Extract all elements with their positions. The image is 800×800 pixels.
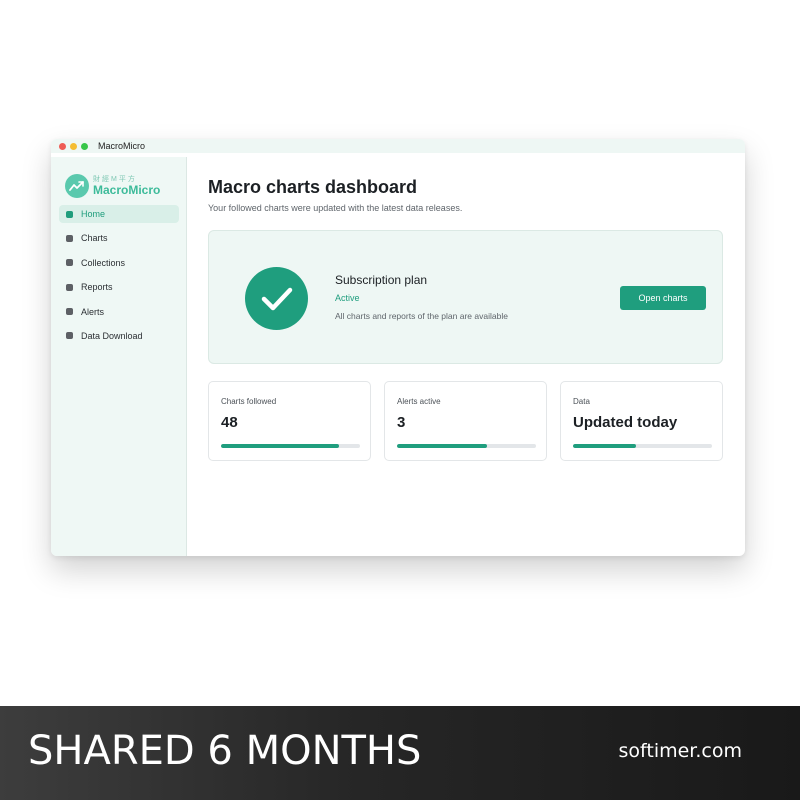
progress-fill: [573, 444, 636, 448]
plan-status: Active: [335, 293, 360, 303]
sidebar-item-label: Alerts: [81, 306, 105, 317]
checkmark-icon: [245, 267, 308, 330]
progress-fill: [221, 444, 340, 448]
page-title: Macro charts dashboard: [208, 177, 418, 197]
stat-card-alerts-active: Alerts active 3: [384, 381, 547, 461]
open-charts-button[interactable]: Open charts: [620, 286, 706, 310]
sidebar-item-label: Reports: [81, 282, 113, 293]
minimize-window-button[interactable]: [70, 142, 77, 150]
sidebar-item-label: Data Download: [81, 330, 143, 341]
subscription-card: Subscription plan Active All charts and …: [208, 230, 723, 364]
plan-description: All charts and reports of the plan are a…: [335, 311, 508, 321]
stat-card-charts-followed: Charts followed 48: [208, 381, 371, 461]
progress-bar: [573, 444, 712, 448]
stat-value: Updated today: [573, 414, 678, 431]
sidebar-item-label: Home: [81, 209, 106, 219]
sidebar-item-data-download[interactable]: Data Download: [59, 327, 179, 345]
page-subtitle: Your followed charts were updated with t…: [208, 203, 463, 213]
alerts-icon: [66, 308, 73, 316]
sidebar: 財經M平方 MacroMicro Home Charts Collections…: [51, 157, 187, 556]
logo-brand-name: MacroMicro: [93, 183, 161, 197]
stat-value: 48: [221, 414, 238, 431]
progress-bar: [221, 444, 360, 448]
progress-fill: [397, 444, 488, 448]
logo[interactable]: 財經M平方 MacroMicro: [65, 174, 160, 198]
sidebar-item-home[interactable]: Home: [59, 205, 179, 223]
progress-bar: [397, 444, 536, 448]
collections-icon: [66, 259, 73, 267]
app-window: MacroMicro 財經M平方 MacroMicro Home Charts …: [51, 139, 745, 556]
sidebar-item-label: Collections: [81, 257, 126, 268]
sidebar-item-alerts[interactable]: Alerts: [59, 303, 179, 321]
sidebar-item-charts[interactable]: Charts: [59, 229, 179, 247]
main-content: Macro charts dashboard Your followed cha…: [187, 163, 745, 556]
charts-icon: [66, 234, 73, 242]
stat-card-data: Data Updated today: [560, 381, 723, 461]
banner-website: softimer.com: [618, 740, 743, 762]
banner-headline: SHARED 6 MONTHS: [28, 728, 422, 774]
close-window-button[interactable]: [59, 142, 66, 150]
sidebar-item-collections[interactable]: Collections: [59, 254, 179, 272]
sidebar-item-label: Charts: [81, 233, 108, 244]
promo-banner: SHARED 6 MONTHS softimer.com: [0, 706, 800, 800]
window-title: MacroMicro: [98, 141, 146, 151]
stat-label: Data: [573, 397, 590, 406]
chart-line-icon: [65, 174, 89, 198]
sidebar-nav: Home Charts Collections Reports Alerts D…: [59, 205, 179, 351]
reports-icon: [66, 283, 73, 291]
title-bar: MacroMicro: [51, 139, 745, 153]
sidebar-item-reports[interactable]: Reports: [59, 278, 179, 296]
download-icon: [66, 332, 73, 340]
home-icon: [66, 210, 73, 218]
stat-value: 3: [397, 414, 406, 431]
stat-label: Alerts active: [397, 397, 441, 406]
maximize-window-button[interactable]: [81, 142, 88, 150]
stat-label: Charts followed: [221, 397, 277, 406]
plan-title: Subscription plan: [335, 273, 428, 287]
